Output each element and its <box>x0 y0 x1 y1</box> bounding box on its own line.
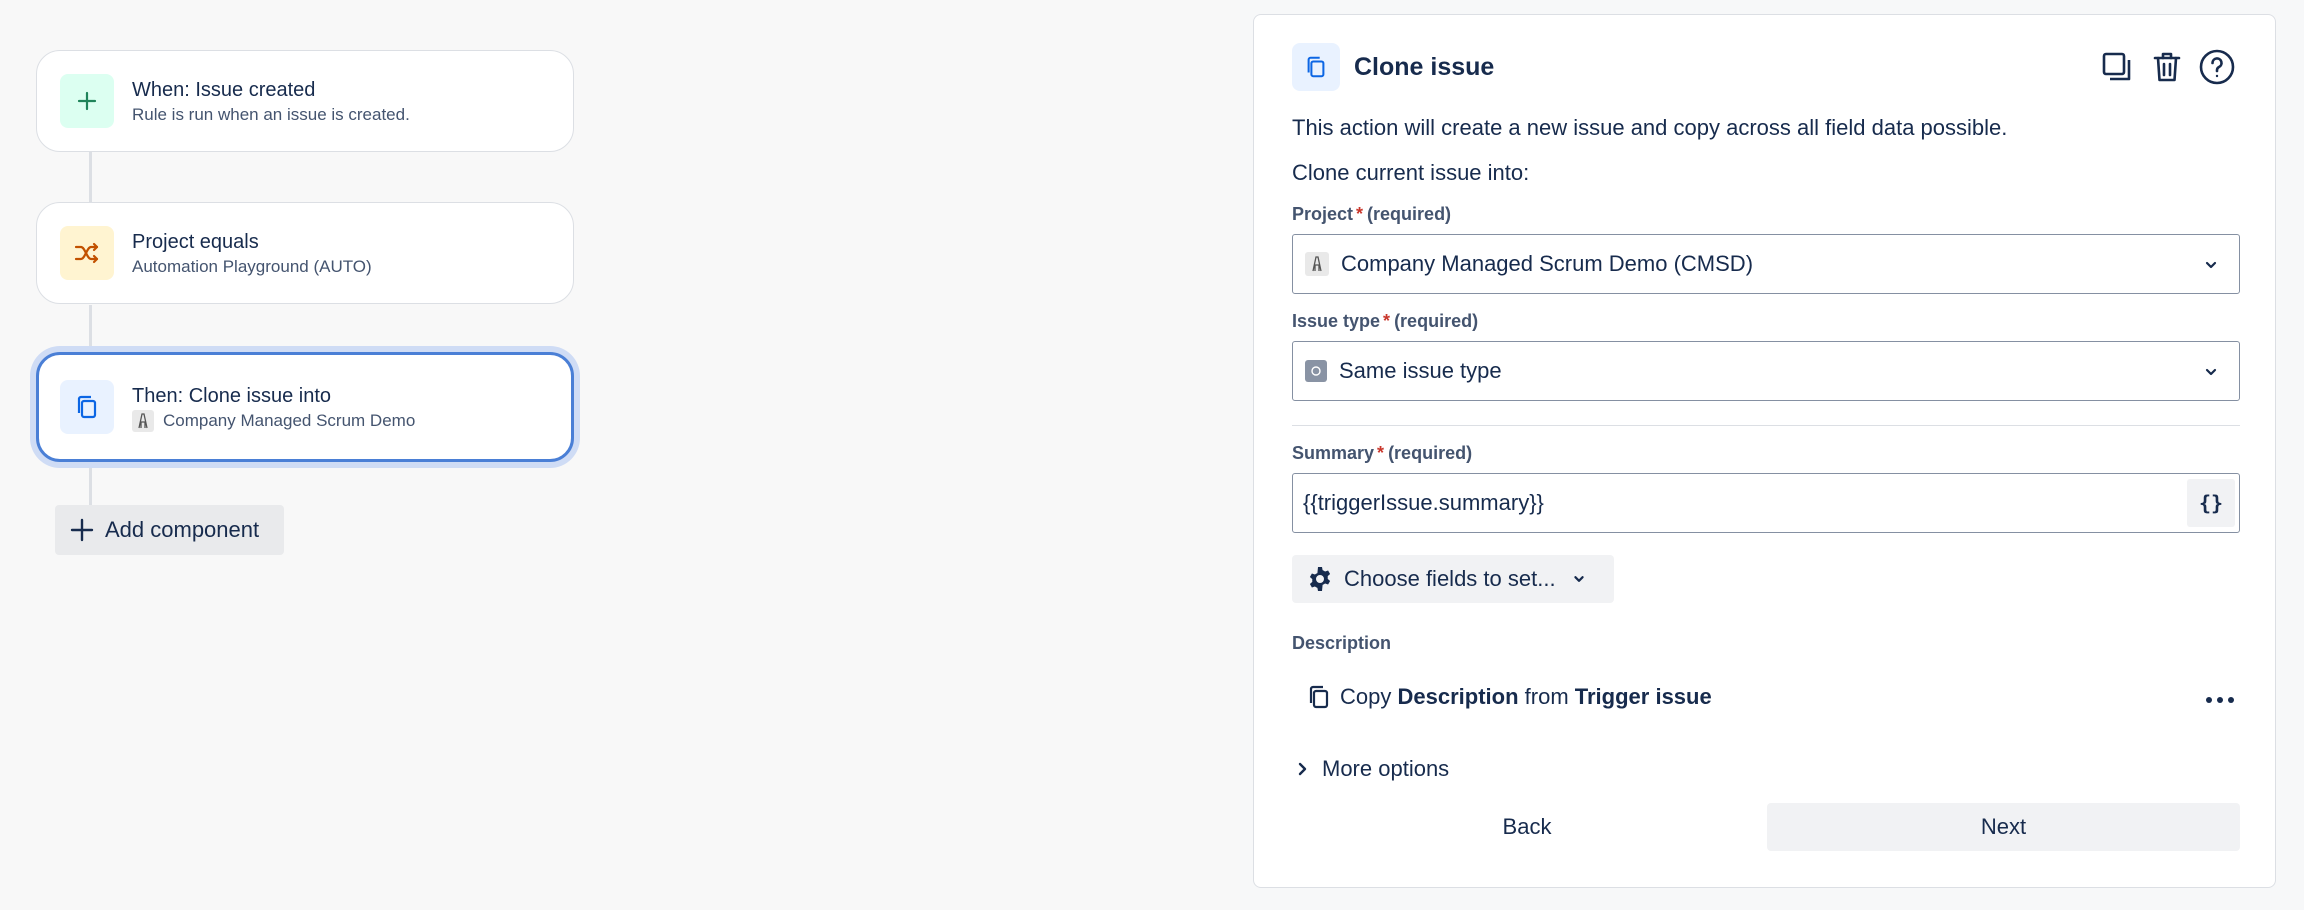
trigger-title: When: Issue created <box>132 78 316 101</box>
required-text: (required) <box>1388 443 1473 463</box>
plus-icon <box>60 74 114 128</box>
component-config-panel: Clone issue This action will create a ne… <box>1253 14 2276 888</box>
more-actions-button[interactable] <box>2200 683 2240 717</box>
panel-title: Clone issue <box>1354 52 1495 81</box>
action-title: Then: Clone issue into <box>132 384 332 407</box>
next-button[interactable]: Next <box>1767 803 2240 851</box>
required-text: (required) <box>1367 204 1452 224</box>
add-component-label: Add component <box>105 517 260 542</box>
description-copy-row: Copy Description from Trigger issue <box>1306 683 2240 711</box>
rule-canvas: When: Issue created Rule is run when an … <box>0 0 1240 910</box>
summary-input[interactable]: {{triggerIssue.summary}} {} <box>1292 473 2240 533</box>
required-star: * <box>1377 443 1385 463</box>
summary-input-value: {{triggerIssue.summary}} <box>1303 490 1544 515</box>
project-select-value: Company Managed Scrum Demo (CMSD) <box>1341 251 1754 276</box>
required-star: * <box>1383 311 1391 331</box>
copy-source: Trigger issue <box>1574 684 1712 709</box>
choose-fields-label: Choose fields to set... <box>1344 566 1556 591</box>
chevron-down-icon <box>2205 368 2217 376</box>
duplicate-button[interactable] <box>2097 47 2137 87</box>
project-avatar-icon <box>1305 252 1329 276</box>
summary-label-text: Summary <box>1292 443 1375 463</box>
condition-card[interactable]: Project equals Automation Playground (AU… <box>36 202 574 304</box>
issue-type-label-text: Issue type <box>1292 311 1381 331</box>
gear-icon <box>1309 567 1331 591</box>
description-label: Description <box>1292 633 1392 653</box>
copy-icon <box>1292 43 1340 91</box>
chevron-down-icon <box>1573 576 1584 582</box>
required-text: (required) <box>1394 311 1479 331</box>
trash-icon <box>2153 52 2181 82</box>
action-subtitle-row: Company Managed Scrum Demo <box>132 409 416 432</box>
project-label-text: Project <box>1292 204 1354 224</box>
copy-icon <box>1309 685 1329 709</box>
delete-button[interactable] <box>2147 47 2187 87</box>
panel-header: Clone issue <box>1292 43 1494 91</box>
help-button[interactable] <box>2197 47 2237 87</box>
back-button[interactable]: Back <box>1292 803 1762 851</box>
project-avatar-icon <box>132 409 154 432</box>
duplicate-icon <box>2102 52 2131 81</box>
copy-word: Copy <box>1340 684 1392 709</box>
issue-type-select-value: Same issue type <box>1339 358 1502 383</box>
more-options-label: More options <box>1322 756 1450 781</box>
more-icon <box>2206 697 2234 703</box>
plus-icon <box>70 518 94 542</box>
condition-subtitle: Automation Playground (AUTO) <box>132 256 372 276</box>
smart-values-button[interactable]: {} <box>2187 479 2235 527</box>
issue-type-label: Issue type * (required) <box>1292 311 1478 332</box>
clone-into-label: Clone current issue into: <box>1292 160 1530 185</box>
trigger-subtitle: Rule is run when an issue is created. <box>132 104 410 124</box>
connector-line <box>89 462 92 508</box>
shuffle-icon <box>60 226 114 280</box>
project-label: Project * (required) <box>1292 204 1451 225</box>
choose-fields-button[interactable]: Choose fields to set... <box>1292 555 1614 603</box>
trigger-card[interactable]: When: Issue created Rule is run when an … <box>36 50 574 152</box>
header-actions <box>2097 47 2237 87</box>
action-subtitle: Company Managed Scrum Demo <box>163 410 416 430</box>
copy-icon <box>60 380 114 434</box>
issue-type-select[interactable]: Same issue type <box>1292 341 2240 401</box>
more-options-toggle[interactable]: More options <box>1292 756 1449 782</box>
chevron-down-icon <box>2205 261 2217 269</box>
connector-line <box>89 305 92 355</box>
section-divider <box>1292 425 2240 426</box>
chevron-right-icon <box>1298 762 1307 776</box>
copy-field-name: Description <box>1397 684 1519 709</box>
add-component-button[interactable]: Add component <box>55 505 284 555</box>
action-card[interactable]: Then: Clone issue into Company Managed S… <box>36 352 574 462</box>
action-description: This action will create a new issue and … <box>1292 115 2008 140</box>
from-word: from <box>1524 684 1569 709</box>
condition-title: Project equals <box>132 230 259 253</box>
project-select[interactable]: Company Managed Scrum Demo (CMSD) <box>1292 234 2240 294</box>
connector-line <box>89 152 92 204</box>
required-star: * <box>1356 204 1364 224</box>
help-icon <box>2199 49 2235 85</box>
summary-label: Summary * (required) <box>1292 443 1472 464</box>
issue-type-icon <box>1305 360 1327 382</box>
